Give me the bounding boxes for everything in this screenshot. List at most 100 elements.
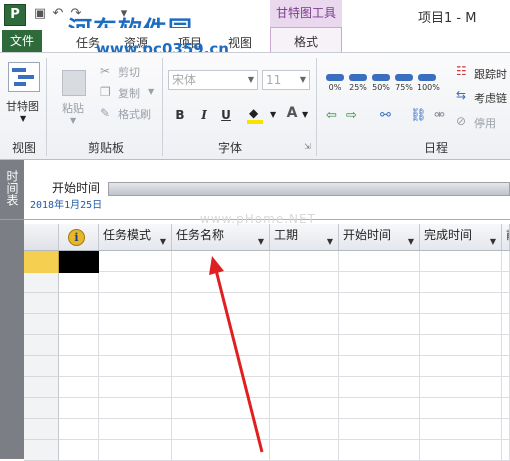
sheet-cell[interactable]	[270, 314, 339, 335]
sheet-cell[interactable]	[99, 335, 172, 356]
sheet-cell[interactable]	[420, 356, 502, 377]
sheet-cell[interactable]	[339, 251, 420, 272]
font-size-combo[interactable]: 11 ▼	[262, 70, 310, 90]
indent-icon[interactable]: ⇨	[346, 108, 357, 123]
progress-25-icon[interactable]	[349, 74, 367, 81]
paste-button[interactable]: 粘贴	[62, 100, 84, 116]
row-header[interactable]	[24, 398, 59, 419]
italic-button[interactable]: I	[196, 106, 212, 124]
column-header-start[interactable]: 开始时间 ▼	[339, 224, 420, 251]
sheet-cell[interactable]	[172, 419, 270, 440]
sheet-cell[interactable]	[339, 356, 420, 377]
inactivate-button[interactable]: 停用	[474, 115, 496, 131]
progress-0-icon[interactable]	[326, 74, 344, 81]
sheet-cell[interactable]	[59, 440, 99, 461]
sheet-cell[interactable]	[339, 419, 420, 440]
chevron-down-icon[interactable]: ▼	[408, 231, 414, 250]
unlink-tasks-icon[interactable]: ⚮	[434, 108, 445, 123]
cut-button[interactable]: 剪切	[118, 64, 140, 80]
sheet-cell[interactable]	[59, 398, 99, 419]
split-task-icon[interactable]: ⚯	[380, 108, 391, 123]
sheet-cell[interactable]	[172, 440, 270, 461]
sheet-cell[interactable]	[270, 419, 339, 440]
sheet-cell[interactable]	[502, 272, 510, 293]
gantt-chart-icon[interactable]	[8, 62, 40, 92]
sheet-cell[interactable]	[420, 419, 502, 440]
chevron-down-icon[interactable]: ▼	[327, 231, 333, 250]
copy-button[interactable]: 复制	[118, 85, 140, 101]
copy-dropdown-icon[interactable]: ▼	[148, 87, 154, 96]
sheet-cell[interactable]	[270, 440, 339, 461]
sheet-cell[interactable]	[99, 440, 172, 461]
row-header[interactable]	[24, 314, 59, 335]
row-header[interactable]	[24, 440, 59, 461]
sheet-cell[interactable]	[99, 419, 172, 440]
sheet-cell[interactable]	[270, 398, 339, 419]
sheet-cell[interactable]	[502, 398, 510, 419]
sheet-cell[interactable]	[420, 377, 502, 398]
sheet-cell[interactable]	[59, 377, 99, 398]
timeline-bar[interactable]	[108, 182, 510, 196]
sheet-cell[interactable]	[99, 398, 172, 419]
gantt-chart-button[interactable]: 甘特图	[6, 98, 39, 114]
tab-view[interactable]: 视图	[228, 34, 252, 52]
active-cell[interactable]	[59, 251, 99, 273]
sheet-cell[interactable]	[420, 293, 502, 314]
row-header[interactable]	[24, 356, 59, 377]
sheet-cell[interactable]	[502, 356, 510, 377]
sheet-cell[interactable]	[420, 314, 502, 335]
tab-format[interactable]: 格式	[270, 28, 342, 53]
tab-file[interactable]: 文件	[2, 30, 42, 52]
column-header-finish[interactable]: 完成时间 ▼	[420, 224, 502, 251]
sheet-cell[interactable]	[59, 293, 99, 314]
row-header[interactable]	[24, 377, 59, 398]
sheet-cell[interactable]	[270, 272, 339, 293]
font-dialog-launcher-icon[interactable]: ⇲	[304, 142, 311, 151]
sheet-cell[interactable]	[502, 440, 510, 461]
sheet-cell[interactable]	[59, 356, 99, 377]
sheet-cell[interactable]	[59, 419, 99, 440]
format-painter-button[interactable]: 格式刷	[118, 106, 151, 122]
sheet-cell[interactable]	[99, 314, 172, 335]
sheet-cell[interactable]	[270, 377, 339, 398]
highlight-dropdown-icon[interactable]: ▼	[270, 110, 276, 119]
sheet-cell[interactable]	[339, 440, 420, 461]
sheet-cell[interactable]	[502, 293, 510, 314]
underline-button[interactable]: U	[218, 106, 234, 124]
chevron-down-icon[interactable]: ▼	[20, 114, 26, 123]
font-color-dropdown-icon[interactable]: ▼	[302, 110, 308, 119]
font-color-button[interactable]: A	[284, 104, 300, 122]
mark-on-track-button[interactable]: 跟踪时	[474, 66, 507, 82]
sheet-cell[interactable]	[420, 398, 502, 419]
column-header-predecessors[interactable]: 前	[502, 224, 510, 251]
progress-50-icon[interactable]	[372, 74, 390, 81]
sheet-cell[interactable]	[99, 272, 172, 293]
respect-links-button[interactable]: 考虑链	[474, 90, 507, 106]
project-app-icon[interactable]: P	[4, 4, 26, 26]
sheet-cell[interactable]	[502, 377, 510, 398]
cut-icon[interactable]: ✂	[100, 64, 110, 78]
sheet-cell[interactable]	[502, 314, 510, 335]
sheet-cell[interactable]	[99, 251, 172, 272]
select-all-corner[interactable]	[24, 224, 59, 251]
paste-icon[interactable]	[62, 70, 86, 96]
sheet-cell[interactable]	[172, 272, 270, 293]
sheet-cell[interactable]	[420, 272, 502, 293]
sheet-cell[interactable]	[270, 335, 339, 356]
sheet-cell[interactable]	[339, 314, 420, 335]
sheet-cell[interactable]	[420, 440, 502, 461]
undo-icon[interactable]: ↶	[50, 6, 66, 22]
font-name-combo[interactable]: 宋体 ▼	[168, 70, 258, 90]
sheet-cell[interactable]	[339, 293, 420, 314]
row-header[interactable]	[24, 272, 59, 293]
bold-button[interactable]: B	[172, 106, 188, 124]
sheet-cell[interactable]	[172, 335, 270, 356]
progress-75-icon[interactable]	[395, 74, 413, 81]
format-painter-icon[interactable]: ✎	[100, 106, 110, 120]
sheet-cell[interactable]	[270, 251, 339, 272]
sheet-cell[interactable]	[172, 314, 270, 335]
column-header-task-mode[interactable]: 任务模式 ▼	[99, 224, 172, 251]
sheet-cell[interactable]	[339, 272, 420, 293]
sheet-cell[interactable]	[420, 335, 502, 356]
sheet-cell[interactable]	[59, 272, 99, 293]
